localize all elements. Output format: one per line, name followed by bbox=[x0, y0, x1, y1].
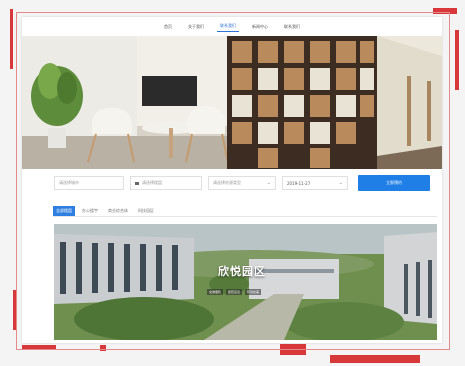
reserve-button[interactable]: 立即预约 bbox=[358, 175, 430, 191]
nav-item-home[interactable]: 首页 bbox=[161, 22, 175, 32]
chevron-down-icon: ⌄ bbox=[338, 180, 343, 186]
tab-all[interactable]: 全部楼盘 bbox=[53, 206, 75, 216]
chevron-down-icon: ⌄ bbox=[266, 180, 271, 186]
date-picker[interactable]: 2019-11-27 ⌄ bbox=[282, 176, 348, 190]
building-select-placeholder: 请选择楼盘 bbox=[142, 180, 162, 185]
screenshot-stage: 首页 关于我们 联系我们 新闻中心 联系我们 请选择城市 请选择楼盘 请选择房源… bbox=[0, 0, 465, 366]
city-select[interactable]: 请选择城市 bbox=[54, 176, 124, 190]
type-select-placeholder: 请选择房源类型 bbox=[213, 180, 241, 185]
top-nav: 首页 关于我们 联系我们 新闻中心 联系我们 bbox=[22, 17, 442, 36]
banner-title: 欣悦园区 bbox=[218, 265, 266, 278]
building-select[interactable]: 请选择楼盘 bbox=[130, 176, 202, 190]
nav-item-about[interactable]: 关于我们 bbox=[185, 22, 207, 32]
category-tabs: 全部楼盘 办公楼宇 商业综合体 科技园区 bbox=[53, 206, 157, 216]
search-bar: 请选择城市 请选择楼盘 请选择房源类型 ⌄ 2019-11-27 ⌄ 立即预约 bbox=[54, 175, 438, 191]
hero-image bbox=[22, 36, 442, 169]
frame-accent-right bbox=[455, 30, 459, 90]
tab-office[interactable]: 办公楼宇 bbox=[79, 206, 101, 216]
frame-accent-top-left bbox=[10, 9, 13, 69]
nav-item-contact-active[interactable]: 联系我们 bbox=[217, 21, 239, 32]
grid-icon bbox=[135, 181, 139, 185]
campus-illustration bbox=[54, 224, 437, 340]
date-value: 2019-11-27 bbox=[287, 180, 311, 186]
tab-commercial[interactable]: 商业综合体 bbox=[105, 206, 131, 216]
type-select[interactable]: 请选择房源类型 ⌄ bbox=[208, 176, 276, 190]
banner-tag: 环境优美 bbox=[245, 289, 262, 295]
banner-tags: 交通便利 配套完善 环境优美 bbox=[207, 289, 262, 295]
tab-tech-park[interactable]: 科技园区 bbox=[135, 206, 157, 216]
frame-accent-bottom-right bbox=[330, 355, 420, 363]
city-select-placeholder: 请选择城市 bbox=[59, 180, 79, 185]
banner-tag: 交通便利 bbox=[207, 289, 224, 295]
banner-tag: 配套完善 bbox=[226, 289, 243, 295]
tab-divider bbox=[53, 216, 437, 217]
nav-item-news[interactable]: 新闻中心 bbox=[249, 22, 271, 32]
project-banner[interactable] bbox=[54, 224, 437, 340]
nav-item-contact[interactable]: 联系我们 bbox=[281, 22, 303, 32]
hero-illustration bbox=[22, 36, 442, 169]
